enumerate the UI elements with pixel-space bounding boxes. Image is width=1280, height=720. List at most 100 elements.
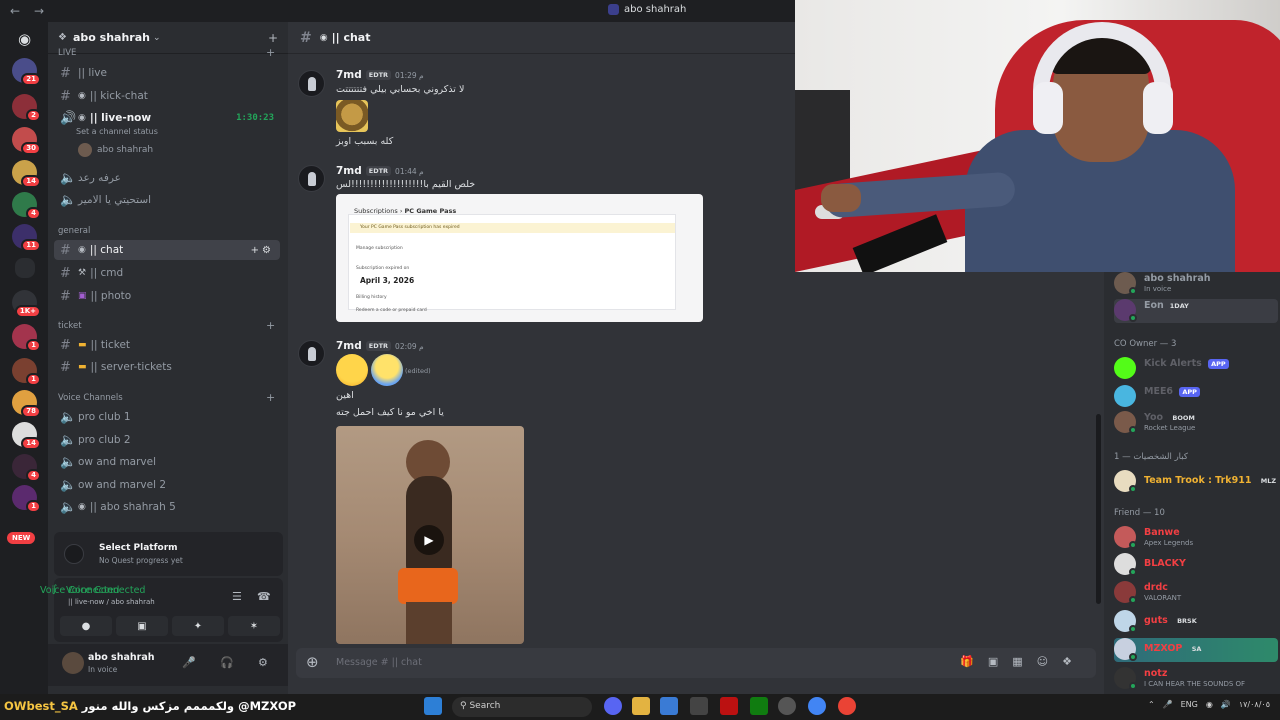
video-attachment[interactable]: ▶: [336, 426, 524, 644]
composer-tools-icon[interactable]: 🎁▣▦☺❖: [960, 655, 1086, 668]
server-icon[interactable]: 30: [12, 127, 41, 155]
chevron-up-icon[interactable]: ⌃: [1148, 700, 1155, 709]
taskbar-search[interactable]: ⚲ Search: [452, 697, 592, 717]
server-icon[interactable]: 2: [12, 94, 41, 122]
obs-icon[interactable]: [690, 697, 708, 715]
forward-icon[interactable]: →: [34, 4, 48, 18]
member-item[interactable]: MEE6 APP: [1114, 385, 1278, 409]
volume-icon[interactable]: 🔊: [1221, 700, 1231, 709]
server-icon[interactable]: 11: [12, 224, 41, 252]
channel-pro-club-1[interactable]: 🔈 pro club 1: [54, 407, 280, 427]
channel-voice-arabic-1[interactable]: 🔈 عرفه رعد: [54, 168, 280, 188]
microphone-icon[interactable]: 🎤: [1163, 700, 1173, 709]
channel-live[interactable]: # || live: [54, 63, 280, 83]
server-header[interactable]: ❖ abo shahrah ⌄ +: [48, 22, 288, 54]
image-attachment[interactable]: Subscriptions › PC Game Pass Your PC Gam…: [336, 194, 703, 322]
member-item[interactable]: abo shahrah In voice: [1114, 272, 1278, 296]
server-icon[interactable]: 14: [12, 160, 41, 188]
screen-share-icon[interactable]: ▣: [116, 616, 168, 636]
add-attachment-icon[interactable]: ⊕: [306, 653, 319, 671]
channel-ow-marvel-2[interactable]: 🔈 ow and marvel 2: [54, 475, 280, 495]
disconnect-icon[interactable]: ☎: [257, 590, 271, 603]
member-item[interactable]: drdc VALORANT: [1114, 581, 1278, 605]
channel-chat[interactable]: # ◉ || chat +⚙: [54, 240, 280, 260]
play-icon[interactable]: ▶: [414, 525, 444, 555]
server-icon[interactable]: 21: [12, 58, 41, 86]
avatar[interactable]: [298, 340, 325, 367]
voice-location[interactable]: || live-now / abo shahrah: [68, 598, 155, 606]
set-channel-status[interactable]: Set a channel status: [76, 127, 158, 136]
member-item[interactable]: BLACKY: [1114, 553, 1278, 577]
server-icon[interactable]: 1: [12, 324, 41, 352]
author-name[interactable]: 7md: [336, 69, 362, 81]
channel-ow-marvel[interactable]: 🔈 ow and marvel: [54, 452, 280, 472]
channel-ticket[interactable]: # ▬ || ticket: [54, 335, 280, 355]
language-indicator[interactable]: ENG: [1181, 700, 1198, 709]
server-icon[interactable]: 14: [12, 422, 41, 450]
channel-settings-icon[interactable]: +⚙: [251, 245, 274, 256]
server-icon[interactable]: 1: [12, 358, 41, 386]
username[interactable]: abo shahrah: [88, 652, 155, 663]
discord-icon[interactable]: [604, 697, 622, 715]
server-icon[interactable]: 1K+: [12, 290, 41, 318]
headphones-icon[interactable]: 🎧: [220, 656, 234, 669]
store-icon[interactable]: [660, 697, 678, 715]
clock[interactable]: ١٧/٠٨/٠٥: [1239, 700, 1270, 709]
netflix-icon[interactable]: [720, 697, 738, 715]
member-item[interactable]: Yoo BOOM Rocket League: [1114, 411, 1278, 435]
author-name[interactable]: 7md: [336, 340, 362, 352]
activities-icon[interactable]: ✦: [172, 616, 224, 636]
channel-cmd[interactable]: # ⚒ || cmd: [54, 263, 280, 283]
category-ticket[interactable]: ticket: [58, 321, 82, 331]
message-composer[interactable]: ⊕ Message # || chat 🎁▣▦☺❖: [296, 648, 1096, 678]
channel-abo-shahrah-5[interactable]: 🔈 ◉ || abo shahrah 5: [54, 497, 280, 517]
server-icon[interactable]: 78: [12, 390, 41, 418]
folder-icon[interactable]: [632, 697, 650, 715]
voice-user[interactable]: abo shahrah: [78, 143, 153, 157]
avatar[interactable]: [298, 70, 325, 97]
quest-panel[interactable]: Select Platform No Quest progress yet: [54, 532, 283, 576]
windows-start-icon[interactable]: [424, 697, 442, 715]
app-icon[interactable]: [778, 697, 796, 715]
chrome-icon[interactable]: [808, 697, 826, 715]
scrollbar[interactable]: [1096, 414, 1101, 604]
member-item[interactable]: Banwe Apex Legends: [1114, 526, 1278, 550]
channel-voice-arabic-2[interactable]: 🔈 استحيتي يا الامير: [54, 190, 280, 210]
folder-icon[interactable]: [15, 258, 35, 278]
channel-live-now[interactable]: 🔊 ◉ || live-now 1:30:23: [54, 108, 280, 128]
sticker-image[interactable]: [336, 100, 368, 132]
gear-icon[interactable]: ⚙: [258, 656, 268, 669]
discord-home-icon[interactable]: ◉: [12, 26, 37, 51]
member-item[interactable]: Eon 1DAY: [1114, 299, 1278, 323]
back-icon[interactable]: ←: [10, 4, 24, 18]
member-item[interactable]: notz I CAN HEAR THE SOUNDS OF: [1114, 667, 1278, 691]
category-live[interactable]: LIVE: [58, 48, 76, 58]
channel-server-tickets[interactable]: # ▬ || server-tickets: [54, 357, 280, 377]
category-general[interactable]: general: [58, 226, 90, 236]
microphone-icon[interactable]: 🎤: [182, 656, 196, 669]
channel-kick-chat[interactable]: # ◉ || kick-chat: [54, 86, 280, 106]
channel-photo[interactable]: # ▣ || photo: [54, 286, 280, 306]
member-item[interactable]: guts BRSK: [1114, 610, 1278, 634]
category-voice-channels[interactable]: Voice Channels: [58, 393, 123, 403]
chrome-icon[interactable]: [838, 697, 856, 715]
avatar[interactable]: [62, 652, 84, 674]
xbox-icon[interactable]: [750, 697, 768, 715]
avatar[interactable]: [298, 165, 325, 192]
soundboard-icon[interactable]: ✶: [228, 616, 280, 636]
member-item[interactable]: Kick Alerts APP: [1114, 357, 1278, 381]
author-name[interactable]: 7md: [336, 165, 362, 177]
camera-toggle-icon[interactable]: ●: [60, 616, 112, 636]
member-item[interactable]: MZXOP SA: [1114, 638, 1278, 662]
server-icon[interactable]: 1: [12, 485, 41, 513]
noise-suppression-icon[interactable]: ☰: [232, 590, 242, 603]
invite-people-icon[interactable]: +: [268, 31, 278, 45]
voice-status-label[interactable]: Voice Connected: [66, 585, 145, 596]
server-icon[interactable]: 4: [12, 192, 41, 220]
server-icon[interactable]: 4: [12, 454, 41, 482]
composer-placeholder[interactable]: Message # || chat: [336, 657, 422, 668]
wifi-icon[interactable]: ◉: [1206, 700, 1213, 709]
chat-header: # ◉ || chat: [288, 22, 795, 54]
member-item[interactable]: Team Trook : Trk911 MLZ: [1114, 470, 1278, 494]
channel-pro-club-2[interactable]: 🔈 pro club 2: [54, 430, 280, 450]
